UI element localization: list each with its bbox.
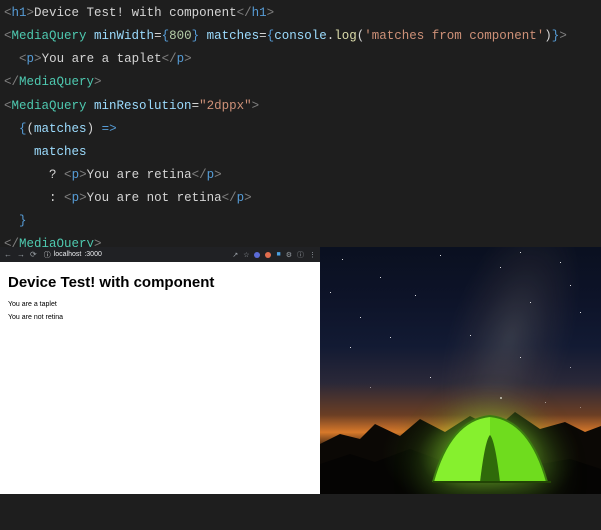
toolbar-right-icons: ↗ ☆ ■ ⚙ ⓘ ⋮ — [232, 250, 316, 260]
ext-icon-2[interactable] — [265, 252, 271, 258]
page-text-1: You are a taplet — [8, 301, 312, 308]
page-heading: Device Test! with component — [8, 274, 312, 291]
browser-viewport: Device Test! with component You are a ta… — [0, 262, 320, 335]
browser-toolbar: ← → ⟳ ⓘ localhost:3000 ↗ ☆ ■ ⚙ ⓘ ⋮ — [0, 247, 320, 262]
attr-matches: matches — [207, 29, 260, 43]
retina-text: You are retina — [87, 168, 192, 182]
ext-icon-1[interactable] — [254, 252, 260, 258]
param-matches: matches — [34, 122, 87, 136]
minresolution-val: "2dppx" — [199, 99, 252, 113]
tent-icon — [425, 410, 555, 488]
p-tag-1: p — [27, 52, 35, 66]
forward-icon[interactable]: → — [17, 250, 25, 259]
mediaquery-close-2: MediaQuery — [19, 237, 94, 247]
mediaquery-close-1: MediaQuery — [19, 75, 94, 89]
ident-matches: matches — [34, 145, 87, 159]
info-circle-icon[interactable]: ⓘ — [297, 250, 304, 260]
p-text-1: You are a taplet — [42, 52, 162, 66]
ext-icon-3[interactable]: ■ — [276, 251, 280, 258]
page-text-2: You are not retina — [8, 314, 312, 321]
not-retina-text: You are not retina — [87, 191, 222, 205]
attr-minwidth: minWidth — [94, 29, 154, 43]
reload-icon[interactable]: ⟳ — [30, 250, 37, 259]
url-host: localhost — [54, 251, 82, 258]
log-method: log — [334, 29, 357, 43]
mediaquery-open-1: MediaQuery — [12, 29, 87, 43]
ternary-colon: : — [49, 191, 57, 205]
info-icon: ⓘ — [44, 250, 51, 260]
lower-split: ← → ⟳ ⓘ localhost:3000 ↗ ☆ ■ ⚙ ⓘ ⋮ Devic… — [0, 247, 601, 494]
back-icon[interactable]: ← — [4, 250, 12, 259]
address-bar[interactable]: ⓘ localhost:3000 — [44, 250, 102, 260]
puzzle-icon[interactable]: ⚙ — [286, 251, 292, 259]
night-photo — [320, 247, 601, 494]
console-obj: console — [274, 29, 327, 43]
code-editor-pane: <h1>Device Test! with component</h1> <Me… — [0, 0, 601, 247]
star-icon[interactable]: ☆ — [243, 251, 249, 259]
angle-open: < — [4, 6, 12, 20]
h1-tag-open: h1 — [12, 6, 27, 20]
h1-tag-close: h1 — [252, 6, 267, 20]
arrow-token: => — [102, 122, 117, 136]
url-port: :3000 — [84, 251, 102, 258]
mediaquery-open-2: MediaQuery — [12, 99, 87, 113]
ternary-q: ? — [49, 168, 57, 182]
menu-dots-icon[interactable]: ⋮ — [309, 251, 316, 259]
browser-window: ← → ⟳ ⓘ localhost:3000 ↗ ☆ ■ ⚙ ⓘ ⋮ Devic… — [0, 247, 320, 494]
h1-text: Device Test! with component — [34, 6, 237, 20]
share-icon[interactable]: ↗ — [232, 251, 238, 259]
log-string: 'matches from component' — [364, 29, 544, 43]
num-800: 800 — [169, 29, 192, 43]
attr-minresolution: minResolution — [94, 99, 192, 113]
